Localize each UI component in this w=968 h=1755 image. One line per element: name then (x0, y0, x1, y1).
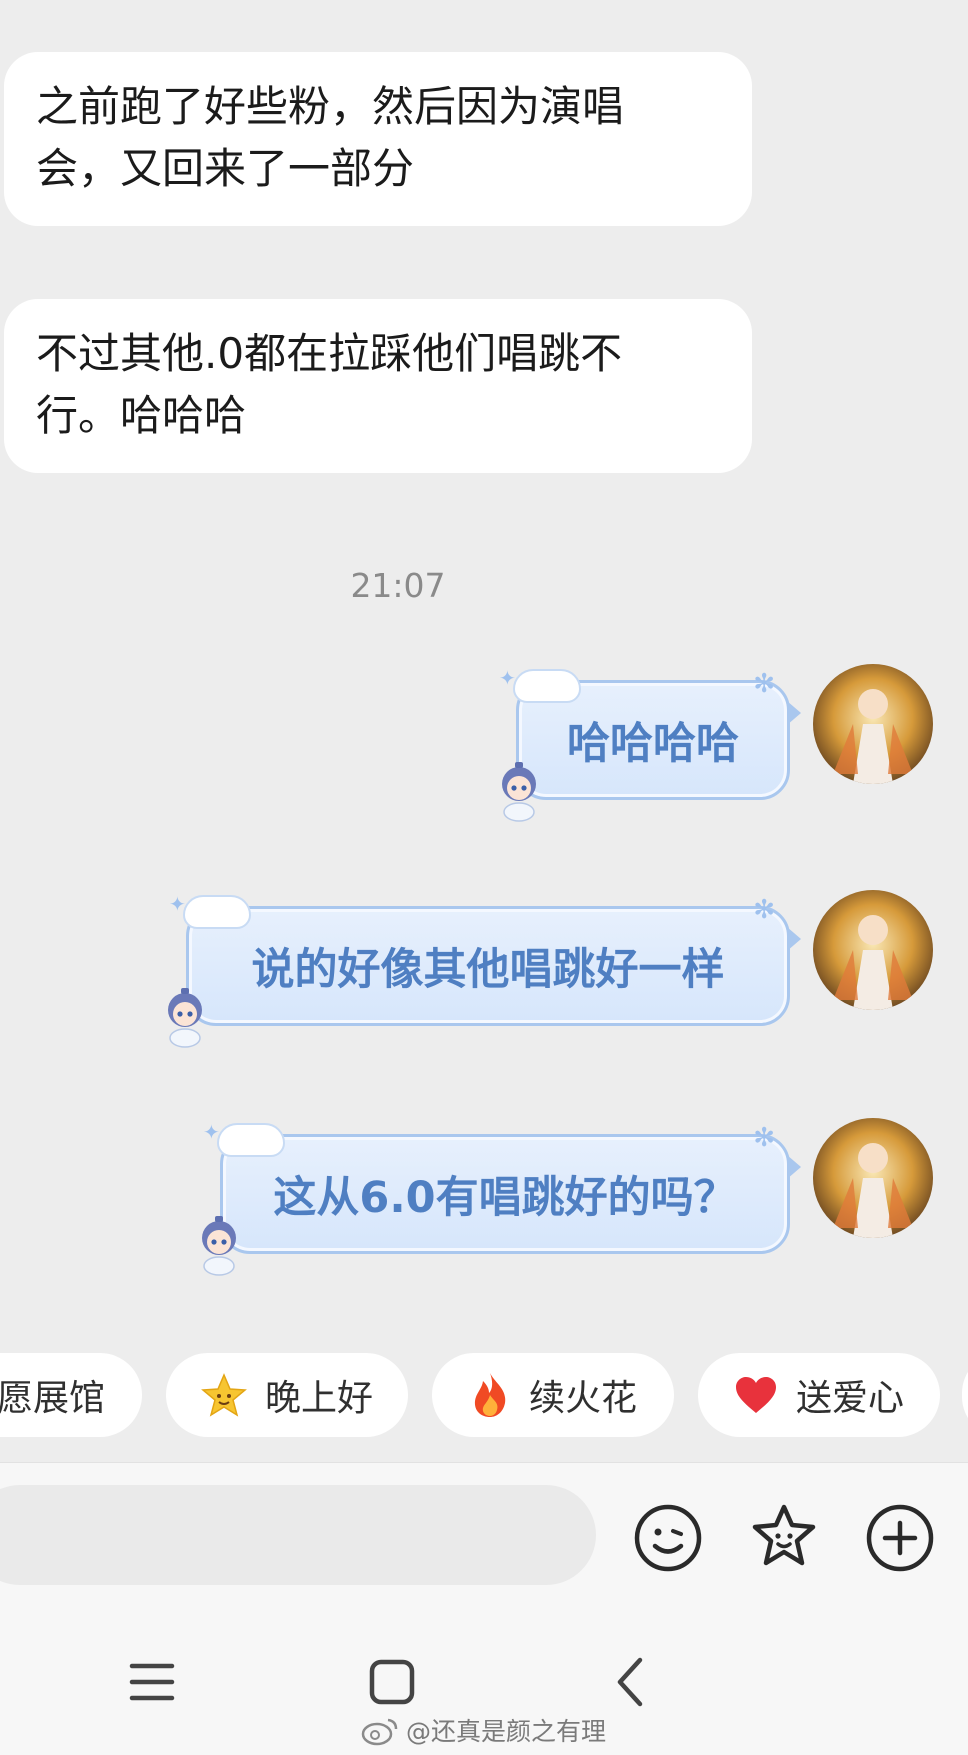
message-text: 说的好像其他唱跳好一样 (251, 945, 725, 995)
message-timestamp: 21:07 (350, 566, 446, 605)
flame-icon (469, 1371, 511, 1419)
chibi-sticker-icon (502, 762, 536, 822)
quick-reply-chip[interactable]: 晚上好 (166, 1353, 408, 1437)
incoming-message[interactable]: 之前跑了好些粉，然后因为演唱 会，又回来了一部分 (4, 52, 752, 226)
quick-reply-bar: 愿展馆 晚上好 续火花 送爱心 (0, 1353, 968, 1439)
weibo-logo (361, 1718, 398, 1746)
emoji-icon[interactable] (631, 1501, 705, 1575)
quick-reply-chip[interactable]: 愿展馆 (0, 1353, 142, 1437)
chip-label: 晚上好 (264, 1378, 373, 1419)
chip-label: 续火花 (528, 1378, 637, 1419)
chibi-sticker-icon (202, 1216, 236, 1276)
menu-icon[interactable] (122, 1652, 182, 1712)
message-input[interactable] (0, 1485, 596, 1585)
home-icon[interactable] (362, 1652, 422, 1712)
sticker-star-icon[interactable] (747, 1501, 821, 1575)
bubble-tail (787, 1155, 801, 1179)
sparkle-icon: ✦ (499, 666, 516, 690)
avatar-image (813, 1118, 933, 1238)
chip-label: 愿展馆 (0, 1378, 105, 1419)
avatar-image (813, 890, 933, 1010)
quick-reply-chip[interactable] (962, 1353, 968, 1437)
bubble-tail (787, 701, 801, 725)
message-text: 哈哈哈哈 (567, 719, 739, 769)
star-face-icon (201, 1372, 247, 1418)
bubble-tail (787, 927, 801, 951)
message-text-line: 之前跑了好些粉，然后因为演唱 (36, 82, 625, 131)
quick-reply-chip[interactable]: 送爱心 (698, 1353, 940, 1437)
message-text-line: 行。哈哈哈 (36, 391, 247, 440)
avatar[interactable] (813, 1118, 933, 1238)
message-text-line: 不过其他.0都在拉踩他们唱跳不 (36, 329, 623, 378)
outgoing-message[interactable]: ✻ ✦ 说的好像其他唱跳好一样 (169, 892, 801, 1026)
chip-label: 送爱心 (795, 1378, 904, 1419)
heart-icon (734, 1375, 778, 1415)
quick-reply-chip[interactable]: 续火花 (432, 1353, 674, 1437)
input-bar (0, 1462, 968, 1603)
avatar[interactable] (813, 664, 933, 784)
avatar-image (813, 664, 933, 784)
sparkle-icon: ✦ (203, 1120, 220, 1144)
watermark: @还真是颜之有理 (360, 1712, 606, 1748)
message-text: 这从6.0有唱跳好的吗？ (273, 1173, 737, 1223)
outgoing-message[interactable]: ✻ ✦ 哈哈哈哈 (499, 666, 801, 800)
back-icon[interactable] (602, 1652, 662, 1712)
plus-icon[interactable] (863, 1501, 937, 1575)
chat-area: 之前跑了好些粉，然后因为演唱 会，又回来了一部分 不过其他.0都在拉踩他们唱跳不… (0, 0, 968, 1462)
message-text-line: 会，又回来了一部分 (36, 144, 415, 193)
avatar[interactable] (813, 890, 933, 1010)
outgoing-message[interactable]: ✻ ✦ 这从6.0有唱跳好的吗？ (203, 1120, 801, 1254)
sparkle-icon: ✦ (169, 892, 186, 916)
watermark-text: @还真是颜之有理 (406, 1717, 607, 1746)
chibi-sticker-icon (168, 988, 202, 1048)
incoming-message[interactable]: 不过其他.0都在拉踩他们唱跳不 行。哈哈哈 (4, 299, 752, 473)
